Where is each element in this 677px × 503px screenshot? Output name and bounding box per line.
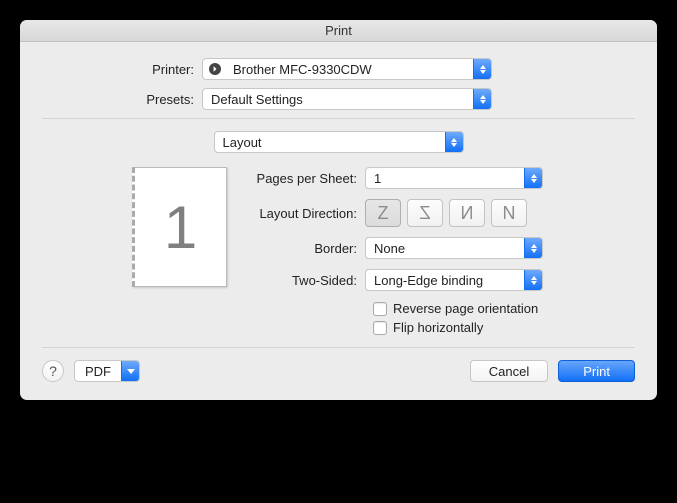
presets-label: Presets:	[42, 92, 202, 107]
presets-select[interactable]: Default Settings	[202, 88, 492, 110]
pages-per-sheet-select[interactable]: 1	[365, 167, 543, 189]
layout-direction-s-flip-icon[interactable]: Z	[407, 199, 443, 227]
layout-direction-z-icon[interactable]: Z	[365, 199, 401, 227]
cancel-button[interactable]: Cancel	[470, 360, 548, 382]
preview-page-number: 1	[164, 193, 197, 262]
print-button[interactable]: Print	[558, 360, 635, 382]
updown-arrows-icon	[524, 238, 542, 258]
dialog-footer: ? PDF Cancel Print	[42, 360, 635, 382]
two-sided-value: Long-Edge binding	[366, 273, 524, 288]
pdf-label: PDF	[75, 364, 121, 379]
window-title: Print	[20, 20, 657, 42]
layout-direction-n-icon[interactable]: И	[449, 199, 485, 227]
presets-value: Default Settings	[203, 92, 473, 107]
help-button[interactable]: ?	[42, 360, 64, 382]
border-label: Border:	[245, 241, 365, 256]
updown-arrows-icon	[473, 59, 491, 79]
reverse-page-orientation-label: Reverse page orientation	[393, 301, 538, 316]
dialog-content: Printer: Brother MFC-9330CDW Presets: De…	[20, 42, 657, 400]
updown-arrows-icon	[524, 270, 542, 290]
panel-select[interactable]: Layout	[214, 131, 464, 153]
flip-horizontally-label: Flip horizontally	[393, 320, 483, 335]
print-label: Print	[583, 364, 610, 379]
printer-select[interactable]: Brother MFC-9330CDW	[202, 58, 492, 80]
panel-value: Layout	[215, 135, 445, 150]
reverse-page-orientation-checkbox[interactable]	[373, 302, 387, 316]
updown-arrows-icon	[445, 132, 463, 152]
help-icon: ?	[49, 363, 57, 379]
pages-per-sheet-value: 1	[366, 171, 524, 186]
page-preview: 1	[132, 167, 227, 287]
cancel-label: Cancel	[489, 364, 529, 379]
updown-arrows-icon	[473, 89, 491, 109]
layout-direction-n-flip-icon[interactable]: N	[491, 199, 527, 227]
chevron-down-icon	[121, 361, 139, 381]
printer-value: Brother MFC-9330CDW	[225, 62, 473, 77]
layout-direction-group: Z Z И N	[365, 199, 527, 227]
printer-label: Printer:	[42, 62, 202, 77]
border-select[interactable]: None	[365, 237, 543, 259]
pdf-menu-button[interactable]: PDF	[74, 360, 140, 382]
layout-settings: Pages per Sheet: 1 Layout Direction: Z Z…	[245, 167, 635, 339]
flip-horizontally-checkbox[interactable]	[373, 321, 387, 335]
divider	[42, 118, 635, 119]
divider	[42, 347, 635, 348]
printer-status-icon	[209, 63, 221, 75]
two-sided-label: Two-Sided:	[245, 273, 365, 288]
print-dialog: Print Printer: Brother MFC-9330CDW Prese…	[20, 20, 657, 400]
layout-direction-label: Layout Direction:	[245, 206, 365, 221]
pages-per-sheet-label: Pages per Sheet:	[245, 171, 365, 186]
two-sided-select[interactable]: Long-Edge binding	[365, 269, 543, 291]
updown-arrows-icon	[524, 168, 542, 188]
border-value: None	[366, 241, 524, 256]
